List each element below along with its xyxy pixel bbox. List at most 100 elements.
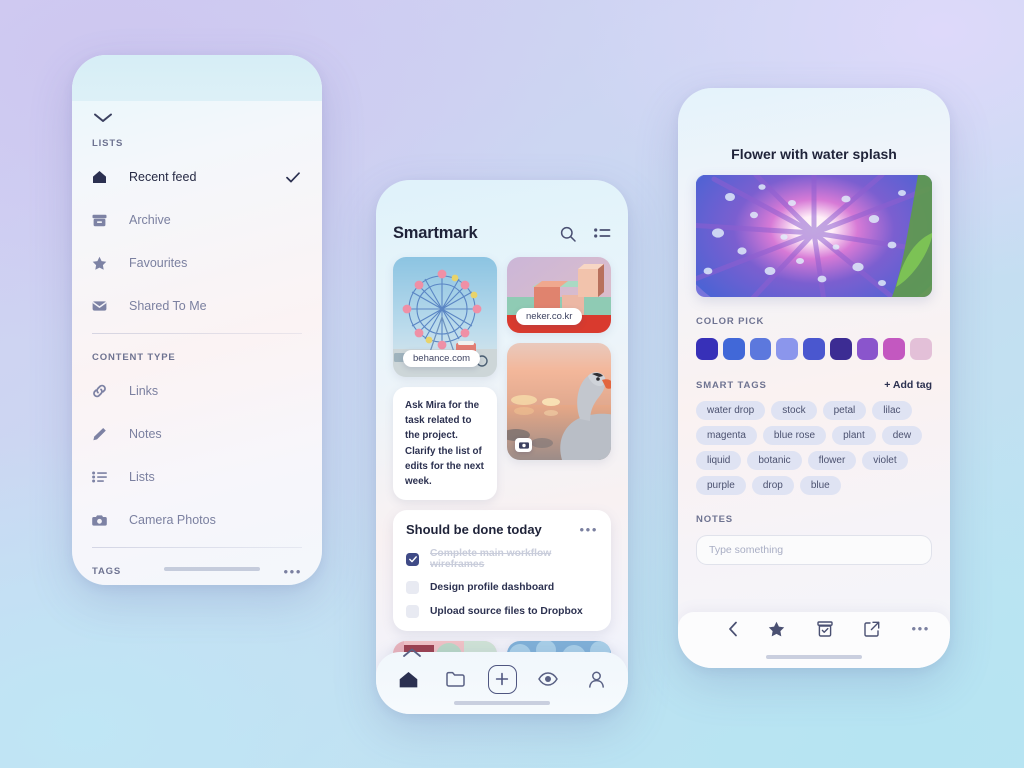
camera-icon <box>515 438 532 452</box>
detail-title: Flower with water splash <box>731 146 897 162</box>
home-indicator <box>766 655 862 659</box>
todo-item[interactable]: Upload source files to Dropbox <box>406 605 598 619</box>
color-swatch[interactable] <box>803 338 825 360</box>
camera-icon <box>92 514 114 527</box>
archive-button[interactable] <box>816 621 833 637</box>
smart-tag[interactable]: water drop <box>696 401 766 420</box>
color-swatch[interactable] <box>749 338 772 360</box>
color-swatch[interactable] <box>776 338 799 360</box>
notes-label: NOTES <box>696 514 734 525</box>
color-swatch[interactable] <box>722 338 745 360</box>
more-horizontal-icon[interactable]: ••• <box>580 523 598 536</box>
shapes-card[interactable]: neker.co.kr <box>507 257 611 333</box>
smart-tags-label: SMART TAGS <box>696 380 767 391</box>
smart-tag[interactable]: botanic <box>747 451 802 470</box>
smart-tag[interactable]: stock <box>771 401 817 420</box>
todo-item-label: Upload source files to Dropbox <box>430 606 583 618</box>
smart-tag[interactable]: lilac <box>872 401 912 420</box>
lists-nav: Recent feed Archive Favourites Shared To… <box>92 161 302 322</box>
sidebar-phone: LISTS Recent feed Archive Favourites Sha… <box>72 55 322 585</box>
smart-tag[interactable]: violet <box>862 451 908 470</box>
app-header: Smartmark <box>393 224 611 243</box>
list-view-icon[interactable] <box>594 227 611 240</box>
home-indicator <box>454 701 550 705</box>
todo-item[interactable]: Design profile dashboard <box>406 581 598 595</box>
feed-grid: behance.com Ask Mira for the task relate… <box>393 257 611 501</box>
color-swatch[interactable] <box>829 338 852 360</box>
sidebar-item-notes[interactable]: Notes <box>92 418 302 450</box>
list-icon <box>92 471 114 483</box>
feed-column-left: behance.com Ask Mira for the task relate… <box>393 257 497 501</box>
scroll-indicator[interactable] <box>164 567 260 571</box>
home-icon <box>92 170 114 184</box>
content-type-nav: Links Notes Lists Camera Photos <box>92 375 302 536</box>
add-tag-button[interactable]: + Add tag <box>884 379 932 391</box>
todo-title: Should be done today <box>406 522 542 538</box>
star-icon <box>92 256 114 270</box>
divider <box>92 333 302 334</box>
smart-tag[interactable]: blue <box>799 476 841 495</box>
color-swatch[interactable] <box>883 338 906 360</box>
envelope-icon <box>92 300 114 312</box>
divider <box>92 547 302 548</box>
smart-tag[interactable]: purple <box>696 476 746 495</box>
note-card[interactable]: Ask Mira for the task related to the pro… <box>393 387 497 501</box>
sidebar-item-lists[interactable]: Lists <box>92 461 302 493</box>
todo-item-label: Complete main workflow wireframes <box>430 548 552 571</box>
favourite-button[interactable] <box>768 621 785 637</box>
color-swatch-list <box>696 338 933 360</box>
lists-section-label: LISTS <box>92 138 124 149</box>
tab-home[interactable] <box>392 664 424 694</box>
feed-phone: Smartmark behance.com Ask Mira for the t… <box>376 180 628 714</box>
sidebar-item-label: Lists <box>129 470 155 484</box>
checkbox-unchecked[interactable] <box>406 581 419 595</box>
sidebar-item-camera-photos[interactable]: Camera Photos <box>92 504 302 536</box>
swan-card[interactable] <box>507 343 611 460</box>
color-pick-section: COLOR PICK <box>696 316 933 360</box>
more-horizontal-icon[interactable]: ••• <box>284 565 302 578</box>
feed-column-right: neker.co.kr <box>507 257 611 500</box>
notes-input[interactable]: Type something <box>696 535 932 565</box>
search-icon[interactable] <box>560 226 576 242</box>
back-button[interactable] <box>698 621 768 637</box>
tab-eye[interactable] <box>532 664 564 694</box>
todo-item[interactable]: Complete main workflow wireframes <box>406 548 598 570</box>
page-title: Smartmark <box>393 224 478 242</box>
detail-phone: Flower with water splash COLOR PICK SMAR… <box>678 88 950 668</box>
more-button[interactable]: ••• <box>912 622 930 635</box>
sidebar-item-label: Archive <box>129 213 171 227</box>
ferris-wheel-card[interactable]: behance.com <box>393 257 497 377</box>
smart-tag[interactable]: blue rose <box>762 426 827 445</box>
color-swatch[interactable] <box>910 338 933 360</box>
smart-tag[interactable]: liquid <box>696 451 742 470</box>
color-swatch[interactable] <box>696 338 718 360</box>
share-button[interactable] <box>864 621 880 637</box>
smart-tag[interactable]: dew <box>881 426 923 445</box>
checkbox-unchecked[interactable] <box>406 605 419 619</box>
smart-tag[interactable]: flower <box>807 451 857 470</box>
sidebar-item-favourites[interactable]: Favourites <box>92 247 302 279</box>
flower-water-splash-image[interactable] <box>696 175 932 297</box>
source-chip: behance.com <box>403 350 481 367</box>
todo-card: Should be done today ••• Complete main w… <box>393 510 611 632</box>
tab-folder[interactable] <box>440 664 472 694</box>
sidebar-item-label: Recent feed <box>129 170 197 184</box>
checkbox-checked[interactable] <box>406 552 419 566</box>
tab-profile[interactable] <box>580 664 612 694</box>
bottom-tabbar <box>376 648 628 714</box>
color-swatch[interactable] <box>856 338 879 360</box>
todo-item-label: Design profile dashboard <box>430 582 555 594</box>
sidebar-item-recent-feed[interactable]: Recent feed <box>92 161 302 193</box>
sidebar-item-shared-to-me[interactable]: Shared To Me <box>92 290 302 322</box>
smart-tag[interactable]: petal <box>822 401 867 420</box>
tab-add[interactable] <box>487 664 517 694</box>
sidebar-item-archive[interactable]: Archive <box>92 204 302 236</box>
smart-tag[interactable]: plant <box>832 426 876 445</box>
chevron-up-icon[interactable] <box>402 645 422 663</box>
smart-tags-section: SMART TAGS + Add tag water drop stock peta… <box>696 379 932 495</box>
smart-tag[interactable]: magenta <box>696 426 757 445</box>
check-icon <box>286 170 300 188</box>
sidebar-item-links[interactable]: Links <box>92 375 302 407</box>
chevron-down-icon[interactable] <box>92 111 114 124</box>
smart-tag[interactable]: drop <box>751 476 794 495</box>
